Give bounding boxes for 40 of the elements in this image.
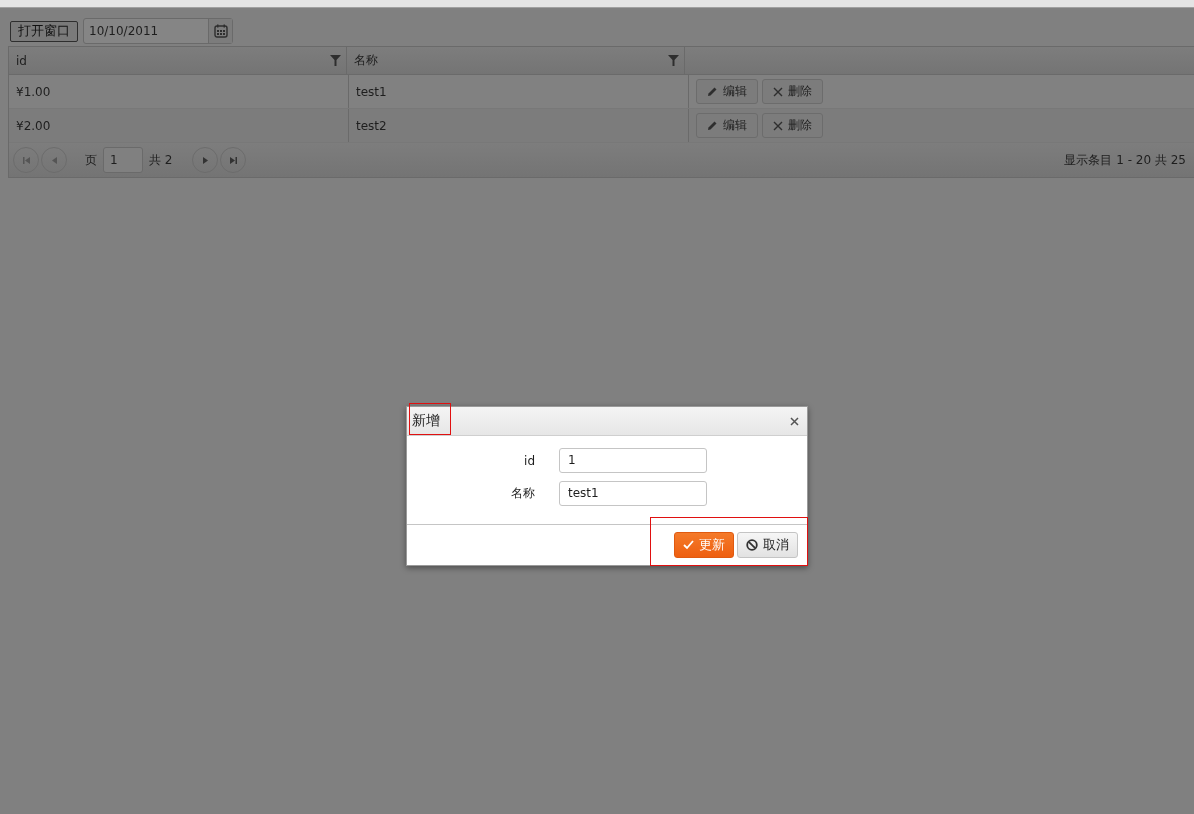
input-field[interactable]: test1 — [559, 481, 707, 506]
check-icon — [683, 540, 694, 550]
next-page-icon — [202, 156, 208, 164]
dialog-title: 新增 — [412, 412, 440, 430]
pencil-icon — [707, 120, 718, 131]
calendar-icon — [213, 24, 228, 38]
page-total: 共 2 — [149, 151, 173, 169]
prohibited-icon — [746, 539, 758, 551]
column-title: 名称 — [354, 52, 378, 69]
column-title: id — [16, 53, 27, 68]
delete-button[interactable]: 删除 — [762, 79, 823, 104]
table-cell: test1 — [356, 84, 387, 99]
date-value: 10/10/2011 — [88, 23, 160, 40]
close-icon — [773, 86, 783, 97]
close-icon[interactable] — [790, 416, 799, 426]
table-cell: ¥2.00 — [16, 118, 51, 133]
highlight-frame — [409, 403, 451, 435]
close-icon — [773, 120, 783, 131]
calendar-button[interactable] — [208, 19, 232, 43]
delete-button[interactable]: 删除 — [762, 113, 823, 138]
table-cell: ¥1.00 — [16, 84, 51, 99]
last-page-icon — [229, 156, 237, 164]
field-label: id — [523, 453, 535, 468]
page-label: 页 — [85, 151, 97, 169]
filter-icon[interactable] — [330, 55, 341, 66]
edit-button[interactable]: 编辑 — [696, 79, 758, 104]
field-label: 名称 — [510, 485, 535, 502]
page-input[interactable]: 1 — [103, 147, 143, 173]
date-picker[interactable]: 10/10/2011 — [83, 18, 233, 44]
table-cell: test2 — [356, 118, 387, 133]
pager-summary: 显示条目 1 - 20 共 25 — [1064, 151, 1187, 169]
pencil-icon — [707, 86, 718, 97]
first-page-icon — [22, 156, 30, 164]
update-button[interactable]: 更新 — [674, 532, 734, 558]
filter-icon[interactable] — [668, 55, 679, 66]
open-window-button[interactable]: 打开窗口 — [10, 20, 78, 42]
input-field[interactable]: 1 — [559, 448, 707, 473]
previous-page-icon — [51, 156, 57, 164]
cancel-button[interactable]: 取消 — [737, 532, 798, 558]
edit-button[interactable]: 编辑 — [696, 113, 758, 138]
